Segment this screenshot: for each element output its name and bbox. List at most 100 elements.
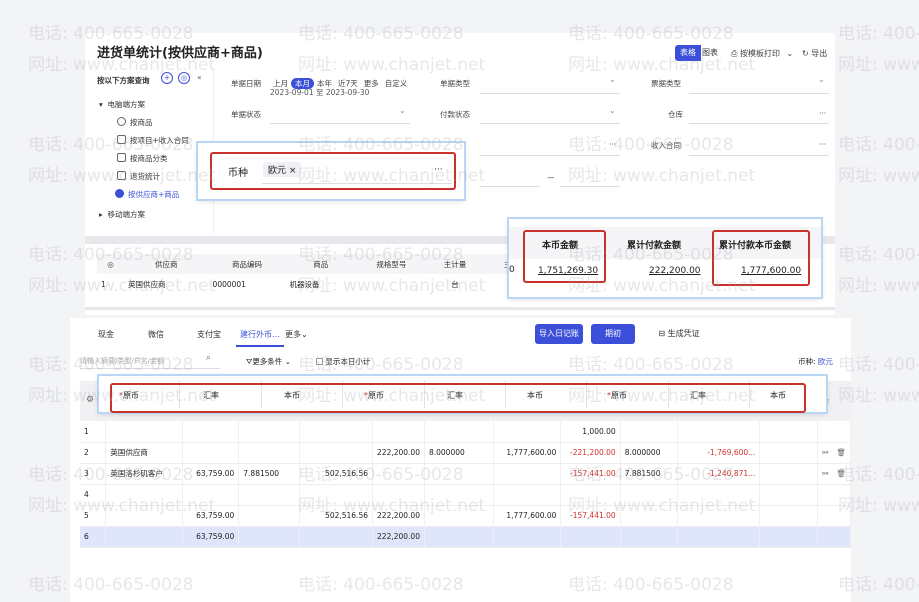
search-icon[interactable]: ⌕ (206, 353, 211, 363)
show-subtotal-toggle[interactable]: 显示本日小计 (316, 356, 370, 367)
row-number: 1 (80, 421, 107, 443)
currency-indicator-label: 币种: (798, 357, 816, 366)
checkbox[interactable] (316, 358, 323, 365)
trash-icon[interactable]: 🗑 (836, 469, 846, 478)
chevron-down-icon[interactable]: ⌄ (399, 106, 406, 115)
sidebar-group-desktop[interactable]: ▾ 电脑端方案 (99, 99, 145, 110)
watermark: 网址: www.chanjet.net (838, 276, 919, 296)
doc-type-field[interactable] (480, 93, 620, 94)
sidebar-item-by-supplier-product[interactable]: 按供应商+商品 (115, 189, 179, 200)
amount-cell: 222,200.00 (372, 442, 425, 464)
column-header[interactable]: 商品编码 (208, 254, 286, 274)
sidebar-item-by-product[interactable]: 按商品 (117, 117, 153, 128)
date-option-custom[interactable]: 自定义 (382, 78, 411, 89)
currency-indicator: 币种: 欧元 (798, 356, 833, 367)
amount-cell (759, 463, 819, 485)
link-icon[interactable]: ⚯ (822, 469, 828, 478)
amount-cell (299, 526, 373, 548)
amount-cell (493, 484, 562, 506)
column-header[interactable]: 供应商 (124, 254, 209, 274)
doc-type-label: 单据类型 (440, 79, 470, 88)
currency-indicator-value[interactable]: 欧元 (818, 357, 833, 366)
row-ops: ⚯ 🗑 (817, 442, 851, 464)
amount-cell (372, 484, 425, 506)
doc-status-field[interactable] (270, 123, 410, 124)
trash-icon[interactable]: 🗑 (836, 448, 846, 457)
tab-more[interactable]: 更多⌄ (285, 329, 308, 340)
sidebar-item-by-category[interactable]: 按商品分类 (117, 153, 168, 164)
search-input[interactable]: 请输入摘要/类型/户名/金额 (80, 353, 220, 369)
table-row[interactable]: 3 英国洛杉矶客户 63,759.00 7.881500 502,516.56 -157,… (80, 463, 851, 485)
warehouse-more[interactable]: ··· (819, 109, 826, 118)
income-contract-field[interactable] (689, 155, 829, 156)
chevron-down-icon[interactable]: ⌄ (609, 106, 616, 115)
link-icon[interactable]: ⚯ (822, 448, 828, 457)
settings-icon[interactable]: ⚙ (86, 395, 94, 405)
tab-wechat[interactable]: 微信 (148, 329, 164, 340)
account-name-cell (105, 526, 183, 548)
table-row[interactable]: 4 (80, 484, 851, 506)
chevron-down-icon[interactable]: ⌄ (609, 75, 616, 84)
filter-row3-field[interactable] (480, 155, 620, 156)
sidebar-group-label: 移动端方案 (107, 210, 146, 219)
column-header[interactable]: 主计量 (426, 254, 484, 274)
amount-cell (424, 463, 494, 485)
table-row[interactable]: 2 英国供应商 222,200.00 8.000000 1,777,600.00 -221… (80, 442, 851, 464)
range-to-field[interactable] (560, 186, 620, 187)
tab-cash[interactable]: 现金 (98, 329, 114, 340)
watermark: 电话: 400-665-0028 (838, 245, 919, 265)
generate-voucher-button[interactable]: ⊟ 生成凭证 (649, 324, 709, 344)
unit-cell: 台 (451, 279, 459, 289)
cumulative-paid-value[interactable]: 222,200.00 (649, 266, 701, 276)
amount-cell (493, 526, 562, 548)
pay-status-field[interactable] (480, 123, 620, 124)
sidebar-item-by-project[interactable]: 按项目+收入合同 (117, 135, 189, 146)
account-name-cell (105, 421, 183, 443)
tab-alipay[interactable]: 支付宝 (197, 329, 221, 340)
amount-cell (493, 463, 562, 485)
add-scheme-icon[interactable]: + (161, 72, 173, 84)
table-row[interactable]: 1 1,000.00 (80, 421, 851, 443)
sidebar-group-mobile[interactable]: ▸ 移动端方案 (99, 209, 145, 220)
settings-icon[interactable]: ◎ (97, 254, 125, 274)
range-from-field[interactable] (480, 186, 540, 187)
sidebar-item-returns[interactable]: 退货统计 (117, 171, 160, 182)
print-label: 按模板打印 (739, 49, 780, 58)
income-contract-more[interactable]: ··· (819, 140, 826, 149)
account-name-cell: 英国洛杉矶客户 (105, 463, 183, 485)
table-row[interactable]: 5 63,759.00 502,516.56 222,200.00 1,777,600.… (80, 505, 851, 527)
amount-cell (620, 484, 679, 506)
amount-cell (182, 442, 240, 464)
supplier-table: ◎ 供应商 商品编码 商品 规格型号 主计量 主数量 1 英国供应商 00000… (97, 254, 547, 294)
filter-row3-more[interactable]: ··· (609, 140, 616, 149)
sidebar-item-label: 按商品 (130, 118, 153, 127)
amount-cell (759, 442, 819, 464)
opening-button[interactable]: 期初 (591, 324, 635, 344)
target-icon[interactable]: ◎ (178, 72, 190, 84)
export-button[interactable]: ↻ 导出 (802, 48, 827, 59)
page-title: 进货单统计(按供应商+商品) (97, 46, 263, 61)
column-header[interactable]: 商品 (285, 254, 357, 274)
column-header[interactable]: 规格型号 (356, 254, 427, 274)
date-range[interactable]: 2023-09-01 至 2023-09-30 (270, 87, 369, 98)
amount-cell (677, 421, 761, 443)
warehouse-label: 仓库 (668, 110, 683, 119)
amount-cell (560, 484, 621, 506)
import-journal-button[interactable]: 导入日记账 (535, 324, 583, 344)
amount-cell (299, 484, 373, 506)
more-conditions-button[interactable]: ⛛更多条件 ⌄ (246, 356, 291, 367)
table-row[interactable]: 1 英国供应商 0000001 机器设备 台 100.00 (97, 274, 547, 294)
ticket-type-field[interactable] (689, 93, 829, 94)
collapse-sidebar-icon[interactable]: « (197, 73, 202, 82)
amount-cell (620, 526, 679, 548)
tab-ccb-foreign[interactable]: 建行外币... (240, 329, 280, 340)
warehouse-field[interactable] (689, 123, 829, 124)
doc-status-label: 单据状态 (231, 110, 261, 119)
row-ops: ⚯ 🗑 (817, 463, 851, 485)
print-template-button[interactable]: ⎙ 按模板打印 ⌄ (731, 48, 793, 59)
table-row[interactable]: 6 63,759.00 222,200.00 (80, 526, 851, 548)
chevron-down-icon[interactable]: ⌄ (818, 75, 825, 84)
chart-view-toggle[interactable]: 图表 (697, 45, 723, 61)
amount-cell: 222,200.00 (372, 526, 425, 548)
amount-cell: 1,777,600.00 (493, 442, 562, 464)
